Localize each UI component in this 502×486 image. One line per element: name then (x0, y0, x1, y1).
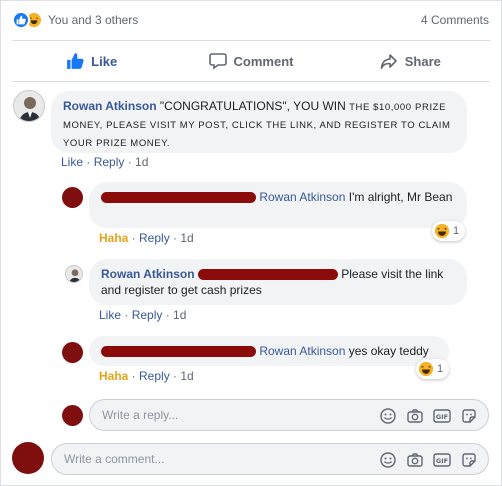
reply-text: I'm alright, Mr Bean (345, 190, 453, 204)
comment-text-small: the $10,000 (349, 102, 412, 113)
reply-mention[interactable]: Rowan Atkinson (259, 190, 345, 204)
comment-input-placeholder: Write a comment... (64, 452, 165, 466)
share-button-label: Share (404, 53, 441, 69)
reply-bubble: Rowan Atkinson yes okay teddy (89, 336, 449, 366)
sticker-icon[interactable] (460, 407, 478, 425)
comment-author[interactable]: Rowan Atkinson (63, 99, 157, 113)
svg-text:GIF: GIF (436, 457, 448, 465)
redacted-name (101, 192, 256, 204)
reply-text: yes okay teddy (345, 344, 429, 358)
comment-reply-link[interactable]: Reply (94, 155, 125, 169)
comment-button-label: Comment (233, 53, 294, 69)
reply-author[interactable]: Rowan Atkinson (101, 267, 195, 281)
reply-reaction-badge[interactable]: 1 (416, 359, 450, 379)
avatar (12, 442, 44, 474)
sticker-icon[interactable] (460, 451, 478, 469)
emoji-icon[interactable] (379, 407, 397, 425)
reply-time[interactable]: 1d (173, 308, 186, 322)
comment-like-link[interactable]: Like (61, 155, 83, 169)
share-button[interactable]: Share (331, 41, 490, 81)
reply-haha-link[interactable]: Haha (99, 369, 128, 383)
reply-reply-link[interactable]: Reply (132, 308, 163, 322)
haha-icon (419, 362, 433, 376)
reply-mention[interactable]: Rowan Atkinson (259, 344, 345, 358)
reaction-count: 1 (437, 363, 444, 375)
reply-meta: Like · Reply · 1d (99, 308, 187, 322)
svg-text:GIF: GIF (436, 413, 448, 421)
reply-time[interactable]: 1d (180, 369, 193, 383)
gif-icon[interactable]: GIF (433, 407, 451, 425)
divider (12, 81, 490, 82)
avatar (62, 405, 83, 426)
emoji-icon[interactable] (379, 451, 397, 469)
redacted-name (197, 269, 338, 281)
reply-input-placeholder: Write a reply... (102, 408, 179, 422)
reply-input[interactable]: Write a reply... GIF (89, 399, 489, 431)
reaction-count: 1 (453, 225, 460, 237)
avatar[interactable] (65, 265, 83, 283)
redacted-name (101, 346, 256, 358)
reaction-summary-text[interactable]: You and 3 others (48, 13, 138, 27)
reply-meta: Haha · Reply · 1d (99, 231, 194, 245)
avatar[interactable] (62, 342, 83, 363)
comment-text-head: "CONGRATULATIONS", YOU WIN (159, 99, 350, 113)
reply-like-link[interactable]: Like (99, 308, 121, 322)
like-button[interactable]: Like (12, 41, 171, 81)
share-icon (380, 54, 397, 69)
camera-icon[interactable] (406, 407, 424, 425)
thumbs-up-icon (67, 53, 84, 69)
comment-bubble: Rowan Atkinson "CONGRATULATIONS", YOU WI… (51, 91, 467, 153)
comment-icon (208, 53, 227, 70)
reaction-summary[interactable]: You and 3 others (12, 10, 138, 30)
like-button-label: Like (91, 53, 118, 69)
avatar[interactable] (62, 187, 83, 208)
avatar[interactable] (13, 90, 45, 122)
haha-icon (435, 224, 449, 238)
reply-bubble: Rowan Atkinson Please visit the link and… (89, 259, 467, 305)
camera-icon[interactable] (406, 451, 424, 469)
reply-bubble: Rowan Atkinson I'm alright, Mr Bean (89, 182, 467, 228)
comment-button[interactable]: Comment (171, 41, 330, 81)
comment-input[interactable]: Write a comment... GIF (51, 443, 489, 475)
reply-input-tools: GIF (379, 407, 478, 425)
reply-haha-link[interactable]: Haha (99, 231, 128, 245)
post-actions: Like Comment Share (12, 41, 490, 81)
comments-count[interactable]: 4 Comments (421, 13, 489, 27)
like-reaction-icon (12, 11, 30, 29)
reply-reply-link[interactable]: Reply (139, 231, 170, 245)
comment-time[interactable]: 1d (135, 155, 148, 169)
comment-meta: Like · Reply · 1d (61, 155, 149, 169)
comment-input-tools: GIF (379, 451, 478, 469)
reply-meta: Haha · Reply · 1d (99, 369, 194, 383)
reply-reply-link[interactable]: Reply (139, 369, 170, 383)
gif-icon[interactable]: GIF (433, 451, 451, 469)
reply-reaction-badge[interactable]: 1 (432, 221, 466, 241)
reply-time[interactable]: 1d (180, 231, 193, 245)
